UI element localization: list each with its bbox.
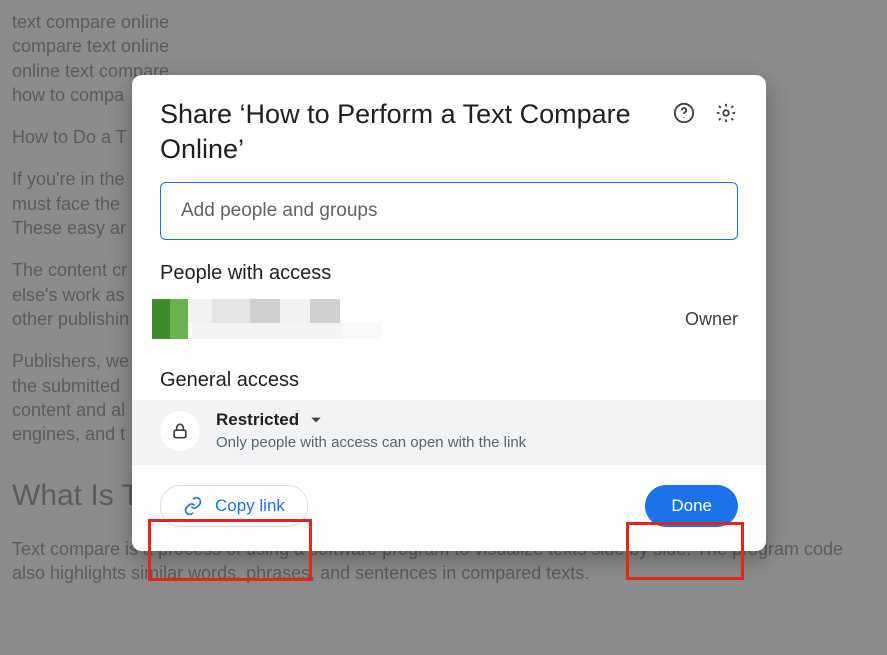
- general-access-row: Restricted Only people with access can o…: [132, 400, 766, 465]
- person-row: Owner: [132, 293, 766, 347]
- share-dialog: Share ‘How to Perform a Text Compare Onl…: [132, 75, 766, 551]
- dialog-title: Share ‘How to Perform a Text Compare Onl…: [160, 97, 672, 166]
- access-level-dropdown[interactable]: Restricted: [216, 410, 526, 430]
- owner-role-label: Owner: [685, 309, 738, 330]
- redacted-avatar-name: [152, 299, 348, 339]
- copy-link-button[interactable]: Copy link: [160, 485, 308, 527]
- lock-icon: [160, 411, 200, 451]
- general-access-heading: General access: [132, 347, 766, 400]
- access-level-description: Only people with access can open with th…: [216, 434, 526, 451]
- help-icon[interactable]: [672, 101, 696, 125]
- gear-icon[interactable]: [714, 101, 738, 125]
- access-level-label: Restricted: [216, 410, 299, 430]
- add-people-input[interactable]: [160, 182, 738, 240]
- done-button[interactable]: Done: [645, 485, 738, 527]
- done-label: Done: [671, 496, 712, 515]
- link-icon: [183, 496, 203, 516]
- chevron-down-icon: [309, 413, 323, 427]
- copy-link-label: Copy link: [215, 496, 285, 516]
- people-with-access-heading: People with access: [132, 240, 766, 293]
